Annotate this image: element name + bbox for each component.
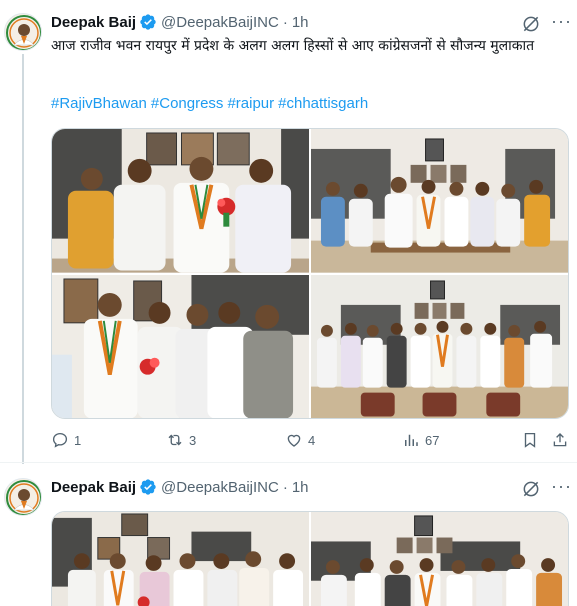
share-button[interactable] (551, 431, 569, 449)
share-icon (553, 433, 567, 447)
reply-button[interactable]: 1 (51, 431, 81, 449)
tweet-text: आज राजीव भवन रायपुर में प्रदेश के अलग अल… (51, 38, 535, 54)
hashtag-link[interactable]: #RajivBhawan (51, 95, 147, 112)
group-welcome-bouquet-photo[interactable] (52, 129, 309, 273)
tweet-header: Deepak Baij @DeepakBaijINC · 1h (51, 477, 309, 497)
timestamp[interactable]: 1h (292, 14, 309, 31)
group-photo-4[interactable] (311, 512, 568, 606)
author-name[interactable]: Deepak Baij (51, 479, 136, 496)
author-handle[interactable]: @DeepakBaijINC (161, 14, 279, 31)
group-photo-3[interactable] (52, 512, 309, 606)
hashtag-link[interactable]: #Congress (151, 95, 224, 112)
author-handle[interactable]: @DeepakBaijINC (161, 479, 279, 496)
reply-icon (52, 432, 68, 448)
tweet[interactable]: Deepak Baij @DeepakBaijINC · 1h ··· (0, 462, 577, 606)
reply-count: 1 (74, 432, 82, 448)
repost-icon (168, 434, 182, 446)
avatar[interactable] (4, 13, 42, 51)
separator-dot: · (282, 13, 288, 31)
tweet[interactable]: Deepak Baij @DeepakBaijINC · 1h ··· आज र… (0, 0, 577, 464)
grok-icon[interactable] (521, 14, 541, 34)
bookmark-button[interactable] (521, 431, 539, 449)
group-office-meeting-photo-2[interactable] (311, 274, 568, 418)
like-count: 4 (308, 432, 316, 448)
views-count: 67 (425, 432, 440, 448)
timestamp[interactable]: 1h (292, 479, 309, 496)
repost-button[interactable]: 3 (166, 431, 196, 449)
analytics-icon (405, 434, 418, 446)
verified-badge-icon (139, 478, 157, 496)
more-options-icon[interactable]: ··· (551, 477, 571, 499)
group-welcome-photo-2[interactable] (52, 274, 309, 418)
views-button[interactable]: 67 (402, 431, 439, 449)
tweet-actions: 1 3 4 67 (51, 431, 569, 453)
thread-connector-line (22, 54, 24, 464)
avatar[interactable] (4, 478, 42, 516)
hashtag-link[interactable]: #raipur (227, 95, 274, 112)
hashtag-link[interactable]: #chhattisgarh (278, 95, 368, 112)
media-grid (51, 511, 569, 606)
heart-icon (287, 434, 301, 447)
like-button[interactable]: 4 (285, 431, 315, 449)
more-options-icon[interactable]: ··· (551, 12, 571, 34)
separator-dot: · (282, 478, 288, 496)
grok-icon[interactable] (521, 479, 541, 499)
hashtag-list: #RajivBhawan #Congress #raipur #chhattisgar… (51, 95, 372, 112)
author-name[interactable]: Deepak Baij (51, 14, 136, 31)
repost-count: 3 (189, 432, 197, 448)
tweet-header: Deepak Baij @DeepakBaijINC · 1h (51, 12, 309, 32)
media-grid (51, 128, 569, 419)
verified-badge-icon (139, 13, 157, 31)
group-office-meeting-photo[interactable] (311, 129, 568, 273)
bookmark-icon (524, 432, 536, 448)
